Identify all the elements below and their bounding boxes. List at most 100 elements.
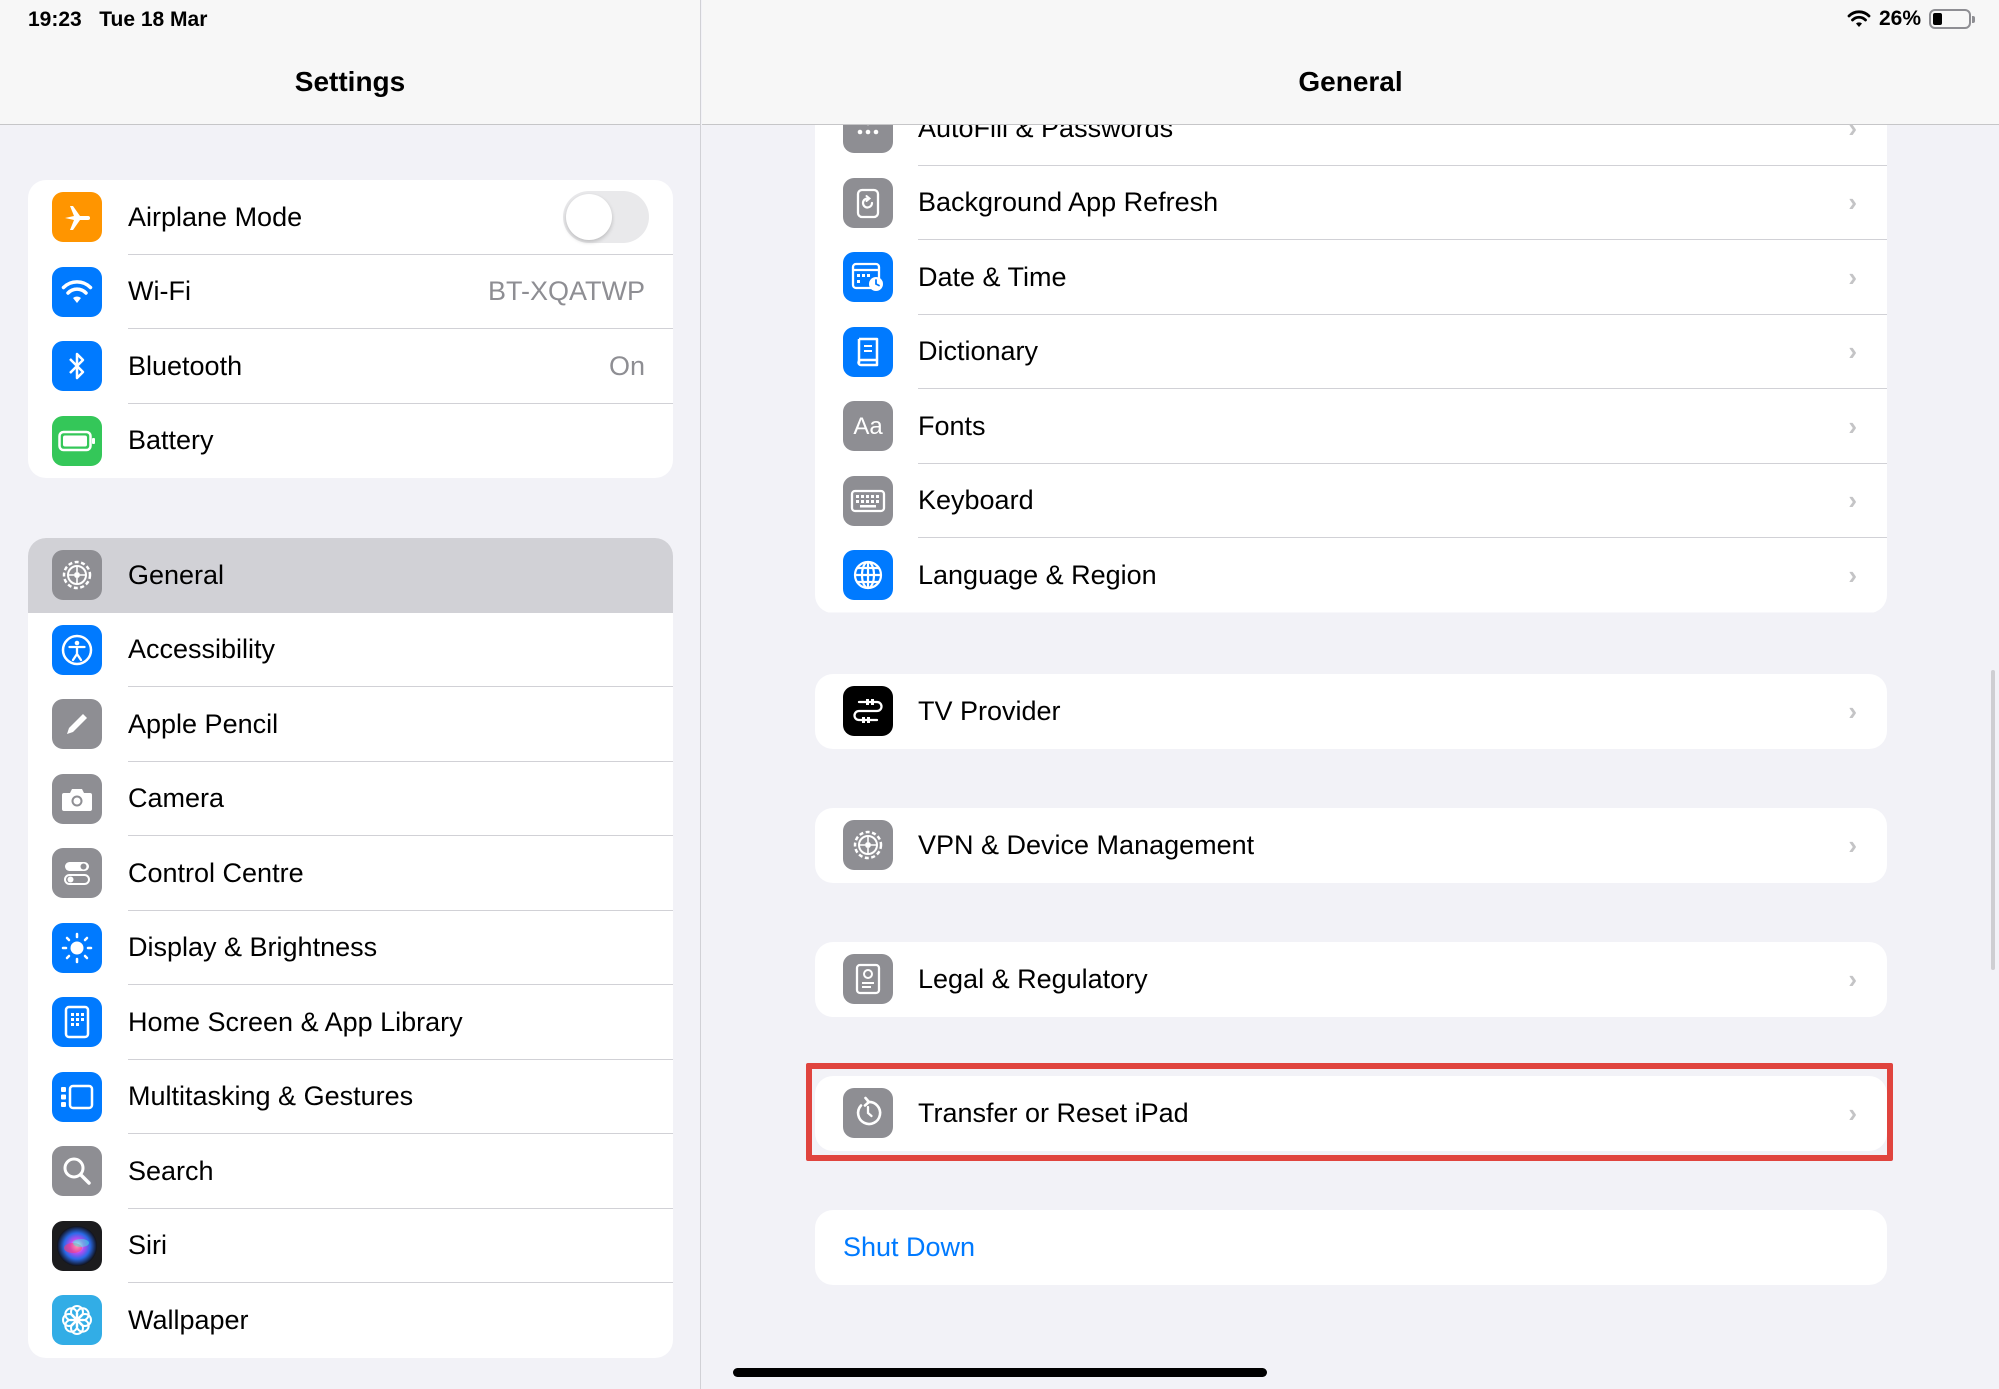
detail-pane: General AutoFill & Passwords › Background … [702, 0, 1999, 1389]
wifi-icon [1847, 9, 1871, 29]
sidebar-item-multitasking-and-gestures[interactable]: Multitasking & Gestures [28, 1060, 673, 1134]
gear-icon [52, 550, 102, 601]
sidebar-item-search[interactable]: Search [28, 1134, 673, 1209]
sidebar-item-wi-fi[interactable]: Wi-Fi BT-XQATWP [28, 255, 673, 329]
sidebar-item-label: Airplane Mode [128, 201, 303, 232]
sidebar-item-control-centre[interactable]: Control Centre [28, 836, 673, 911]
general-group-vpn: VPN & Device Management › [815, 808, 1887, 883]
home-indicator[interactable] [733, 1368, 1267, 1377]
sidebar-item-label: Wallpaper [128, 1304, 249, 1335]
siri-icon [52, 1220, 102, 1271]
wallpaper-icon [52, 1295, 102, 1346]
status-time: 19:23 [28, 8, 82, 31]
general-item-date-and-time[interactable]: Date & Time › [815, 240, 1887, 315]
airplane-mode-toggle[interactable] [563, 191, 649, 244]
general-group-shutdown: Shut Down [815, 1210, 1887, 1285]
sidebar-item-label: Multitasking & Gestures [128, 1081, 414, 1112]
chevron-right-icon: › [1848, 410, 1857, 441]
calendar-clock-icon [843, 252, 893, 303]
sidebar-item-airplane-mode[interactable]: Airplane Mode [28, 180, 673, 255]
sidebar-item-label: Control Centre [128, 857, 304, 888]
general-item-label: TV Provider [918, 695, 1061, 726]
sidebar-item-apple-pencil[interactable]: Apple Pencil [28, 687, 673, 762]
sidebar-item-label: Battery [128, 425, 214, 456]
chevron-right-icon: › [1848, 336, 1857, 367]
wifi-icon [52, 266, 102, 317]
general-item-dictionary[interactable]: Dictionary › [815, 315, 1887, 389]
sidebar: Settings Airplane Mode Wi-Fi BT-XQATWP Blue… [0, 0, 701, 1389]
general-item-label: Background App Refresh [918, 187, 1219, 218]
keyboard-icon [843, 475, 893, 526]
legal-icon [843, 954, 893, 1005]
control-centre-icon [52, 848, 102, 899]
bluetooth-icon [52, 341, 102, 392]
fonts-icon: Aa [843, 401, 893, 452]
sidebar-item-label: Bluetooth [128, 350, 243, 381]
shut-down-button[interactable]: Shut Down [815, 1210, 1887, 1285]
shut-down-label: Shut Down [843, 1231, 976, 1262]
sidebar-item-home-screen-and-app-library[interactable]: Home Screen & App Library [28, 985, 673, 1060]
gear-icon [843, 820, 893, 871]
sidebar-item-battery[interactable]: Battery [28, 404, 673, 479]
airplane-icon [52, 192, 102, 243]
general-item-fonts[interactable]: Aa Fonts › [815, 389, 1887, 464]
general-item-vpn-and-device-management[interactable]: VPN & Device Management › [815, 808, 1887, 883]
chevron-right-icon: › [1848, 829, 1857, 860]
svg-text:Aa: Aa [853, 413, 883, 440]
general-group-main: AutoFill & Passwords › Background App Refr… [815, 124, 1887, 613]
status-bar: 19:23 Tue 18 Mar 26% [0, 0, 1999, 40]
home-screen-icon [52, 997, 102, 1048]
sidebar-title: Settings [294, 66, 406, 97]
battery-level [1933, 13, 1942, 25]
chevron-right-icon: › [1848, 261, 1857, 292]
chevron-right-icon: › [1848, 1097, 1857, 1128]
camera-icon [52, 773, 102, 824]
sidebar-item-label: Apple Pencil [128, 708, 279, 739]
sidebar-group-settings: General Accessibility Apple Pencil Camera Co… [28, 538, 673, 1358]
refresh-icon [843, 177, 893, 228]
battery-icon [52, 415, 102, 466]
multitasking-icon [52, 1071, 102, 1122]
tv-provider-icon [843, 686, 893, 737]
general-item-keyboard[interactable]: Keyboard › [815, 464, 1887, 538]
sidebar-group-connectivity: Airplane Mode Wi-Fi BT-XQATWP Bluetooth On Ba… [28, 180, 673, 478]
sidebar-item-siri[interactable]: Siri [28, 1209, 673, 1283]
sidebar-item-label: General [128, 559, 225, 590]
sidebar-item-accessibility[interactable]: Accessibility [28, 613, 673, 687]
sidebar-item-display-and-brightness[interactable]: Display & Brightness [28, 911, 673, 985]
sidebar-item-camera[interactable]: Camera [28, 762, 673, 836]
sidebar-item-value: On [608, 350, 645, 381]
sidebar-item-label: Home Screen & App Library [128, 1006, 463, 1037]
general-item-label: Date & Time [918, 261, 1067, 292]
general-item-label: Keyboard [918, 485, 1034, 516]
general-item-language-and-region[interactable]: Language & Region › [815, 538, 1887, 613]
status-time-date: 19:23 Tue 18 Mar [28, 8, 207, 32]
sidebar-item-bluetooth[interactable]: Bluetooth On [28, 329, 673, 404]
chevron-right-icon: › [1848, 963, 1857, 994]
general-item-label: VPN & Device Management [918, 829, 1255, 860]
general-item-label: Fonts [918, 410, 986, 441]
chevron-right-icon: › [1848, 695, 1857, 726]
sidebar-item-label: Accessibility [128, 634, 276, 665]
accessibility-icon [52, 624, 102, 675]
general-item-label: Legal & Regulatory [918, 963, 1148, 994]
general-item-tv-provider[interactable]: TV Provider › [815, 674, 1887, 749]
general-item-legal-and-regulatory[interactable]: Legal & Regulatory › [815, 942, 1887, 1017]
sidebar-item-value: BT-XQATWP [487, 276, 645, 307]
sidebar-item-label: Display & Brightness [128, 932, 378, 963]
search-icon [52, 1146, 102, 1197]
sidebar-item-wallpaper[interactable]: Wallpaper [28, 1283, 673, 1358]
general-item-background-app-refresh[interactable]: Background App Refresh › [815, 166, 1887, 240]
sidebar-item-label: Search [128, 1155, 214, 1186]
sidebar-item-general[interactable]: General [28, 538, 673, 613]
dictionary-icon [843, 326, 893, 377]
general-item-transfer-or-reset-ipad[interactable]: Transfer or Reset iPad › [815, 1076, 1887, 1151]
chevron-right-icon: › [1848, 485, 1857, 516]
battery-percent: 26% [1878, 7, 1921, 30]
pencil-icon [52, 699, 102, 750]
status-date: Tue 18 Mar [99, 8, 208, 31]
battery-icon [1929, 9, 1975, 29]
general-group-transfer: Transfer or Reset iPad › [815, 1076, 1887, 1151]
chevron-right-icon: › [1848, 559, 1857, 590]
sidebar-item-label: Wi-Fi [128, 276, 191, 307]
